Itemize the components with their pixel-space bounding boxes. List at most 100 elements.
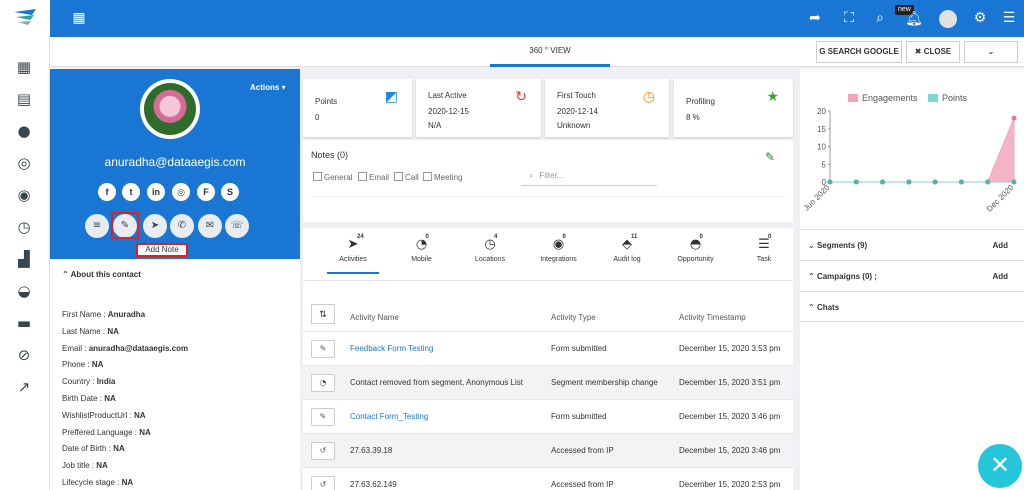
gear-icon[interactable]: ⚙ [971, 9, 989, 27]
add-note-tooltip: Add Note [136, 243, 188, 257]
target-icon[interactable]: ◉ [14, 185, 34, 205]
tab-mobile[interactable]: ◔ 0 Mobile [392, 234, 452, 263]
close-button[interactable]: ✖ CLOSE [906, 41, 960, 63]
grid-icon[interactable]: ▦ [70, 9, 88, 27]
form-icon[interactable]: ✎ [311, 408, 335, 426]
mail-icon[interactable]: ✉ [198, 214, 222, 238]
linkedin-icon[interactable]: in [147, 183, 165, 201]
chat-icon[interactable]: ▬ [14, 313, 34, 333]
field-value: Anuradha [107, 310, 146, 319]
foursquare-icon[interactable]: F [197, 183, 215, 201]
tab-360-view[interactable]: 360 ° VIEW [490, 37, 610, 67]
add-note-icon[interactable]: ✎ [765, 150, 775, 164]
segments-section[interactable]: ⌄ Segments (9) Add [800, 229, 1024, 260]
lifebuoy-icon[interactable]: ◎ [14, 153, 34, 173]
bell-icon[interactable]: 🔔︎ [905, 10, 923, 28]
chevron-down-icon: ⌄ [808, 241, 817, 250]
chats-title: Chats [816, 303, 840, 312]
close-icon: ✖ [914, 47, 924, 56]
clock-icon: ◷ [642, 89, 655, 105]
tab-task[interactable]: ☰ 0 Task [734, 234, 794, 263]
field-value: NA [113, 444, 125, 454]
points-value: 0 [315, 113, 320, 122]
fullscreen-icon[interactable]: ⛶ [840, 9, 858, 27]
filter-general-checkbox[interactable]: General [313, 172, 352, 182]
col-activity-timestamp[interactable]: Activity Timestamp [679, 313, 746, 322]
about-contact-header[interactable]: ⌃ About this contact [62, 270, 141, 279]
tab-opportunity[interactable]: ◓ 0 Opportunity [666, 234, 726, 263]
instagram-icon[interactable]: ◎ [172, 183, 190, 201]
legend-swatch [928, 94, 938, 102]
puzzle-icon[interactable]: ▟ [14, 249, 34, 269]
gauge-icon[interactable]: ◒ [14, 281, 34, 301]
activity-name[interactable]: Contact Form_Testing [350, 412, 428, 421]
notes-filter-input[interactable]: ⌕ Filter... [521, 166, 657, 186]
tab-count: 0 [562, 234, 566, 240]
data-point [853, 179, 859, 185]
field-label: Lifecycle stage : [62, 478, 120, 487]
phone-icon[interactable]: ✆ [170, 214, 194, 238]
skype-icon[interactable]: S [221, 183, 239, 201]
activity-name[interactable]: Feedback Form Testing [350, 344, 433, 353]
tab-label: Integrations [540, 256, 577, 263]
form-icon[interactable]: ✎ [311, 340, 335, 358]
send-icon[interactable]: ➤ [143, 214, 167, 238]
last-active-date: 2020-12-15 [428, 107, 469, 116]
col-activity-type[interactable]: Activity Type [551, 313, 596, 322]
filter-meeting-checkbox[interactable]: Meeting [423, 172, 462, 182]
actions-dropdown[interactable]: Actions ▾ [250, 83, 286, 92]
chart-icon[interactable]: ↗ [14, 377, 34, 397]
series-area [830, 117, 1015, 183]
campaigns-section[interactable]: ⌃ Campaigns (0) ; Add [800, 260, 1024, 291]
activity-name: Contact removed from segment, Anonymous … [350, 378, 523, 387]
facebook-icon[interactable]: f [98, 183, 116, 201]
points-card: Points 0 ◩ [303, 79, 412, 137]
field-value: NA [139, 427, 151, 437]
segment-icon[interactable]: ◔ [311, 374, 335, 392]
history-icon[interactable]: ↺ [311, 476, 335, 490]
twitter-icon[interactable]: t [122, 183, 140, 201]
activity-timestamp: December 15, 2020 2:53 pm [679, 480, 781, 489]
tab-activities[interactable]: ➤ 24 Activities [323, 234, 383, 263]
field-label: Phone : [62, 360, 90, 370]
history-icon[interactable]: ↺ [311, 442, 335, 460]
notes-panel: Notes (0) ✎ General Email Call Meeting ⌕… [303, 140, 793, 222]
chats-section[interactable]: ⌃ Chats [800, 291, 1024, 322]
filter-email-checkbox[interactable]: Email [358, 172, 389, 182]
points-chart-icon: ◩ [384, 89, 398, 105]
clock-icon[interactable]: ◷ [14, 217, 34, 237]
tab-locations[interactable]: ◷ 4 Locations [460, 234, 520, 263]
add-campaign-link[interactable]: Add [992, 272, 1008, 281]
search-icon: ⌕ [529, 171, 534, 180]
sort-button[interactable]: ⇅ [311, 304, 335, 324]
avatar-icon[interactable] [939, 10, 957, 28]
dashboard-icon[interactable]: ▦ [14, 57, 34, 77]
search-google-button[interactable]: G SEARCH GOOGLE [816, 41, 902, 63]
close-fab-button[interactable]: ✕ [978, 444, 1022, 488]
integrations-icon: ◉ [552, 237, 565, 252]
search-icon[interactable]: ⌕ [871, 9, 889, 27]
list-icon[interactable]: ≡ [85, 214, 109, 238]
tab-label: Locations [475, 256, 505, 263]
opportunity-icon: ◓ [689, 237, 702, 252]
app-logo[interactable] [0, 0, 50, 37]
menu-icon[interactable]: ☰ [1000, 9, 1018, 27]
contact-field: Birth Date : NA [62, 394, 116, 403]
block-icon[interactable]: ⊘ [14, 345, 34, 365]
activity-row: ↺ 27.63.39.18 Accessed from IP December 15,… [303, 433, 793, 467]
legend-swatch [848, 94, 858, 102]
expand-button[interactable]: ⌄ [964, 41, 1018, 63]
add-segment-link[interactable]: Add [992, 241, 1008, 250]
y-tick-label: 20 [817, 107, 826, 116]
top-navbar: ▦ ➦ ⛶ ⌕ new 🔔︎ ⚙ ☰ [0, 0, 1024, 37]
profiling-label: Profiling [686, 97, 715, 106]
user-icon[interactable]: ● [14, 121, 34, 141]
share-icon[interactable]: ➦ [806, 9, 824, 27]
calendar-icon[interactable]: ▤ [14, 89, 34, 109]
tab-audit-log[interactable]: ⬘ 11 Audit log [597, 234, 657, 263]
filter-call-checkbox[interactable]: Call [394, 172, 419, 182]
tab-integrations[interactable]: ◉ 0 Integrations [529, 234, 589, 263]
activity-timestamp: December 15, 2020 3:53 pm [679, 344, 781, 353]
whatsapp-icon[interactable]: ☏ [225, 214, 249, 238]
col-activity-name[interactable]: Activity Name [350, 313, 399, 322]
